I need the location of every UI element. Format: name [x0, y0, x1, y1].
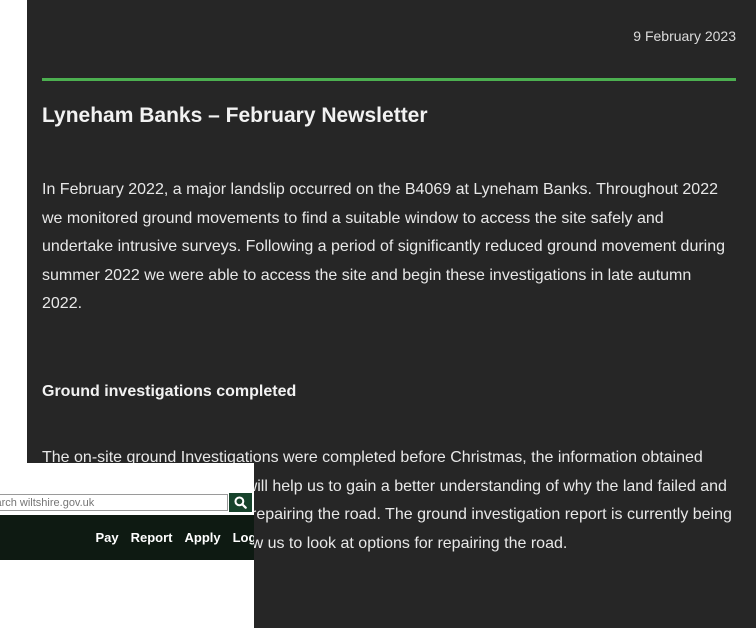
- search-icon: [234, 496, 247, 509]
- search-bar: [0, 490, 254, 515]
- nav-login-link[interactable]: Login: [233, 530, 254, 545]
- nav-apply-link[interactable]: Apply: [184, 530, 220, 545]
- accent-divider: [42, 78, 736, 81]
- nav-report-link[interactable]: Report: [131, 530, 173, 545]
- section-heading: Ground investigations completed: [42, 383, 297, 400]
- nav-pay-link[interactable]: Pay: [95, 530, 118, 545]
- wiltshire-site-header: Pay Report Apply Login: [0, 463, 254, 628]
- newsletter-date: 9 February 2023: [633, 28, 736, 44]
- search-input[interactable]: [0, 494, 228, 511]
- intro-paragraph: In February 2022, a major landslip occur…: [42, 181, 726, 312]
- page-title: Lyneham Banks – February Newsletter: [42, 104, 428, 127]
- search-button[interactable]: [229, 493, 252, 512]
- utility-nav: Pay Report Apply Login: [0, 515, 254, 560]
